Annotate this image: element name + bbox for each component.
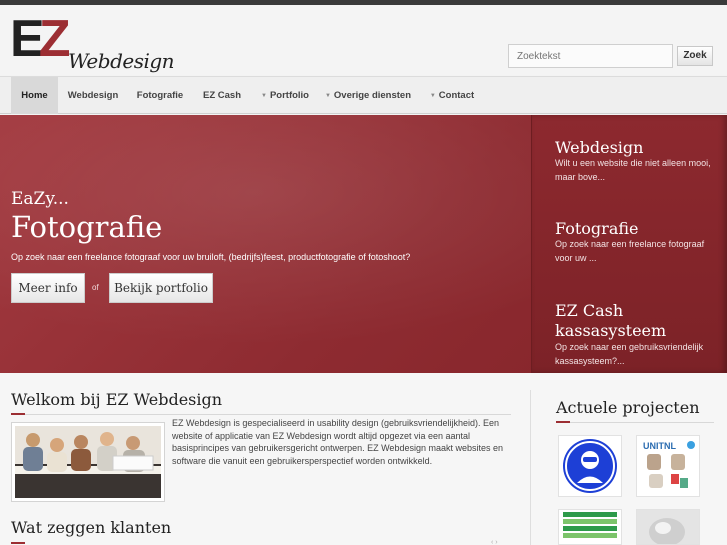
- testimonials-title: Wat zeggen klanten: [11, 518, 172, 537]
- project-thumb-1[interactable]: [558, 435, 622, 497]
- nav-label: Contact: [438, 90, 475, 101]
- welcome-title: Welkom bij EZ Webdesign: [11, 390, 223, 409]
- slide-title-webdesign[interactable]: Webdesign: [555, 138, 643, 158]
- nav-item-home[interactable]: Home: [11, 77, 58, 114]
- nav-label: EZ Cash: [202, 90, 241, 101]
- slide-text-webdesign: Wilt u een website die niet alleen mooi,…: [555, 158, 711, 182]
- team-photo-image: [15, 426, 161, 498]
- chevron-down-icon: ▼: [429, 93, 436, 99]
- view-portfolio-button[interactable]: Bekijk portfolio: [109, 273, 213, 303]
- or-label: of: [92, 283, 99, 292]
- baby-clothes-image: UNITNL: [643, 441, 695, 488]
- main-nav: Home Webdesign Fotografie EZ Cash ▼ Portf…: [0, 76, 727, 114]
- chevron-down-icon: ▼: [324, 93, 331, 99]
- logo-text: Webdesign: [68, 49, 175, 73]
- nav-label: Webdesign: [67, 90, 119, 101]
- slide-text-fotografie: Op zoek naar een freelance fotograaf voo…: [555, 239, 705, 263]
- project-thumb-3[interactable]: [558, 509, 622, 545]
- striped-banner-image: [563, 512, 617, 538]
- logo-mark: EZ: [10, 10, 70, 68]
- nav-item-ez-cash[interactable]: EZ Cash: [197, 77, 247, 114]
- project-thumb-4[interactable]: [636, 509, 700, 545]
- search-input[interactable]: [508, 44, 673, 68]
- hero-description: Op zoek naar een freelance fotograaf voo…: [11, 252, 411, 262]
- nav-item-portfolio[interactable]: ▼ Portfolio: [255, 77, 315, 114]
- thumb-label: UNITNL: [643, 441, 676, 451]
- site-logo[interactable]: EZ Webdesign: [10, 10, 175, 77]
- nav-item-fotografie[interactable]: Fotografie: [132, 77, 188, 114]
- nav-label: Home: [21, 90, 48, 101]
- projects-title: Actuele projecten: [556, 398, 700, 417]
- testimonial-nav-arrows[interactable]: ‹ ›: [491, 539, 498, 545]
- slide-text-ez-cash: Op zoek naar een gebruiksvriendelijk kas…: [555, 342, 704, 366]
- nav-item-overige-diensten[interactable]: ▼ Overige diensten: [322, 77, 414, 114]
- more-info-button[interactable]: Meer info: [11, 273, 85, 303]
- nav-item-webdesign[interactable]: Webdesign: [62, 77, 124, 114]
- nav-item-contact[interactable]: ▼ Contact: [426, 77, 478, 114]
- welcome-photo: [11, 422, 165, 502]
- main-content: Welkom bij EZ Webdesign EZ Webdesign is …: [0, 373, 727, 545]
- product-photo-image: [637, 510, 699, 545]
- chevron-down-icon: ▼: [260, 93, 267, 99]
- hero-kicker: EaZy...: [11, 189, 69, 209]
- nav-label: Portfolio: [269, 90, 309, 101]
- safety-mask-icon: [563, 439, 617, 493]
- project-thumb-2[interactable]: UNITNL: [636, 435, 700, 497]
- site-header: EZ Webdesign Zoek: [0, 5, 727, 75]
- slide-title-fotografie[interactable]: Fotografie: [555, 219, 639, 239]
- nav-label: Overige diensten: [333, 90, 412, 101]
- welcome-text: EZ Webdesign is gespecialiseerd in usabi…: [172, 418, 504, 466]
- nav-label: Fotografie: [136, 90, 184, 101]
- search-button[interactable]: Zoek: [677, 46, 713, 66]
- slide-title-ez-cash[interactable]: EZ Cash kassasysteem: [555, 301, 666, 341]
- hero-slider: EaZy... Fotografie Op zoek naar een free…: [0, 115, 727, 373]
- hero-title: Fotografie: [11, 210, 163, 244]
